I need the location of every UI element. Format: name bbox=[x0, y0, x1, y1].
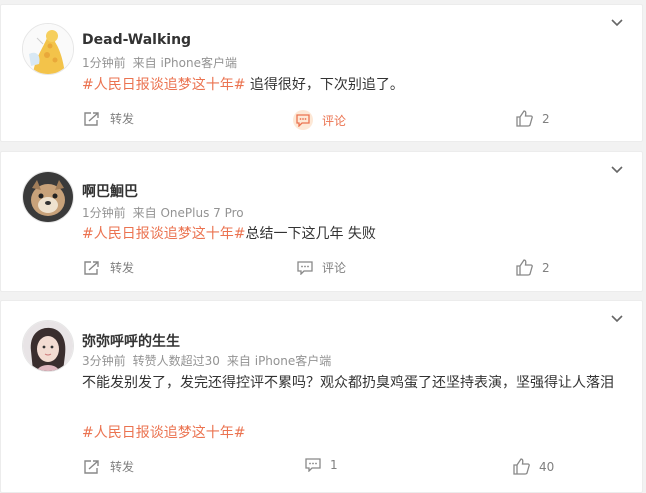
action-bar: 转发 评论 2 bbox=[1, 259, 642, 281]
comment-icon bbox=[305, 458, 321, 472]
person-avatar-icon bbox=[23, 321, 73, 371]
comment-card: Dead-Walking 1分钟前 来自 iPhone客户端 #人民日报谈追梦这十… bbox=[0, 4, 643, 142]
repost-label: 转发 bbox=[110, 460, 135, 474]
repost-button[interactable]: 转发 bbox=[83, 110, 134, 127]
chevron-down-icon[interactable] bbox=[610, 165, 624, 175]
repost-label: 转发 bbox=[110, 261, 135, 275]
post-body: 追得很好，下次别追了。 bbox=[245, 77, 404, 93]
comment-label: 评论 bbox=[322, 113, 347, 128]
post-source: 来自 OnePlus 7 Pro bbox=[132, 206, 244, 220]
post-meta: 3分钟前 转赞人数超过30 来自 iPhone客户端 bbox=[82, 352, 338, 369]
avatar[interactable] bbox=[22, 320, 74, 372]
topic-link[interactable]: #人民日报谈追梦这十年# bbox=[82, 425, 245, 441]
dog-avatar-icon bbox=[23, 172, 73, 222]
comment-label: 评论 bbox=[322, 261, 347, 275]
post-text: #人民日报谈追梦这十年#总结一下这几年 失败 bbox=[82, 225, 376, 243]
comment-card: 啊巴鮰巴 1分钟前 来自 OnePlus 7 Pro #人民日报谈追梦这十年#总结… bbox=[0, 151, 643, 292]
comment-icon bbox=[293, 110, 313, 130]
post-source: 来自 iPhone客户端 bbox=[132, 56, 237, 70]
giraffe-avatar-icon bbox=[23, 24, 73, 74]
post-text: #人民日报谈追梦这十年# 追得很好，下次别追了。 bbox=[82, 76, 404, 94]
repost-icon bbox=[84, 459, 99, 474]
avatar[interactable] bbox=[22, 23, 74, 75]
comment-card: 弥弥呼呼的生生 3分钟前 转赞人数超过30 来自 iPhone客户端 不能发别发了，… bbox=[0, 300, 643, 493]
post-body: 不能发别发了，发完还得控评不累吗？观众都扔臭鸡蛋了还坚持表演，坚强得让人落泪 bbox=[82, 375, 614, 391]
post-time[interactable]: 1分钟前 bbox=[82, 56, 126, 70]
post-time[interactable]: 3分钟前 bbox=[82, 354, 126, 368]
chevron-down-icon[interactable] bbox=[610, 314, 624, 324]
username[interactable]: Dead-Walking bbox=[82, 32, 191, 48]
comment-count: 1 bbox=[330, 458, 338, 472]
username[interactable]: 啊巴鮰巴 bbox=[82, 181, 138, 201]
post-meta: 1分钟前 来自 iPhone客户端 bbox=[82, 54, 244, 71]
like-count: 2 bbox=[542, 260, 550, 275]
comment-feed: Dead-Walking 1分钟前 来自 iPhone客户端 #人民日报谈追梦这十… bbox=[0, 0, 646, 493]
comment-button[interactable]: 评论 bbox=[293, 110, 346, 130]
repost-icon bbox=[84, 260, 99, 275]
post-source: 来自 iPhone客户端 bbox=[226, 354, 332, 368]
post-text: 不能发别发了，发完还得控评不累吗？观众都扔臭鸡蛋了还坚持表演，坚强得让人落泪 bbox=[82, 374, 614, 392]
like-count: 40 bbox=[539, 459, 555, 474]
repost-label: 转发 bbox=[110, 112, 135, 126]
chevron-down-icon[interactable] bbox=[610, 18, 624, 28]
post-time[interactable]: 1分钟前 bbox=[82, 206, 126, 220]
comment-button[interactable]: 评论 bbox=[297, 259, 346, 276]
repost-button[interactable]: 转发 bbox=[83, 458, 134, 475]
like-button[interactable]: 2 bbox=[516, 259, 550, 276]
post-text-topic: #人民日报谈追梦这十年# bbox=[82, 424, 245, 442]
like-button[interactable]: 40 bbox=[513, 458, 554, 475]
like-count: 2 bbox=[542, 111, 550, 126]
post-meta: 1分钟前 来自 OnePlus 7 Pro bbox=[82, 204, 251, 221]
like-button[interactable]: 2 bbox=[516, 110, 550, 127]
repost-button[interactable]: 转发 bbox=[83, 259, 134, 276]
topic-link[interactable]: #人民日报谈追梦这十年# bbox=[82, 77, 245, 93]
action-bar: 转发 1 40 bbox=[1, 458, 642, 480]
avatar[interactable] bbox=[22, 171, 74, 223]
topic-link[interactable]: #人民日报谈追梦这十年# bbox=[82, 226, 245, 242]
post-body: 总结一下这几年 失败 bbox=[245, 226, 376, 242]
thumbs-up-icon bbox=[516, 110, 533, 127]
comment-icon bbox=[297, 260, 313, 275]
repost-icon bbox=[84, 111, 99, 126]
username[interactable]: 弥弥呼呼的生生 bbox=[82, 331, 180, 351]
action-bar: 转发 评论 2 bbox=[1, 110, 642, 132]
post-extra: 转赞人数超过30 bbox=[132, 354, 220, 368]
thumbs-up-icon bbox=[516, 259, 533, 276]
thumbs-up-icon bbox=[513, 458, 530, 475]
comment-button[interactable]: 1 bbox=[305, 458, 338, 472]
